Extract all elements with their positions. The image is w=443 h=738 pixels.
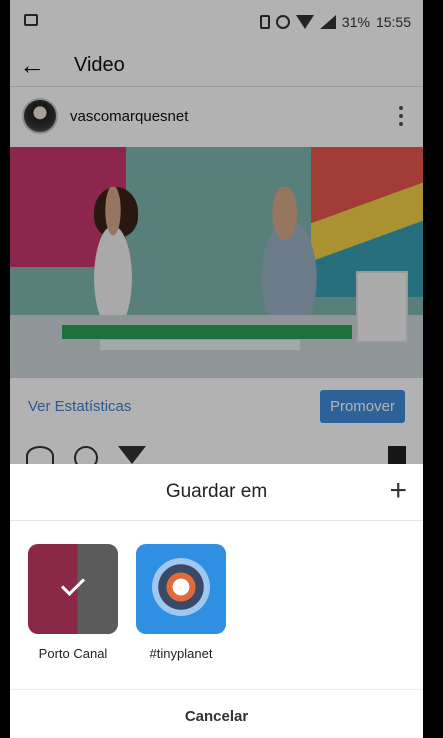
collection-tinyplanet[interactable]: #tinyplanet	[136, 544, 226, 664]
collection-porto-canal[interactable]: Porto Canal	[28, 544, 118, 664]
tiny-planet-image	[152, 558, 210, 616]
plus-icon[interactable]: +	[389, 476, 407, 506]
sheet-divider	[10, 520, 423, 521]
collection-thumbnail	[28, 544, 118, 634]
collection-name: #tinyplanet	[149, 646, 213, 661]
dim-overlay[interactable]	[10, 0, 423, 464]
save-to-collection-sheet: Guardar em + Porto Canal #tinyplanet Can…	[10, 464, 423, 738]
sheet-header: Guardar em +	[10, 464, 423, 520]
sheet-title: Guardar em	[165, 481, 268, 502]
collection-thumbnail	[136, 544, 226, 634]
phone-screen: 31% 15:55 ← Video vascomarquesnet Ver Es…	[10, 0, 423, 738]
sheet-bottom-divider	[10, 689, 423, 690]
collection-name: Porto Canal	[38, 646, 108, 661]
cancel-button[interactable]: Cancelar	[10, 698, 423, 734]
